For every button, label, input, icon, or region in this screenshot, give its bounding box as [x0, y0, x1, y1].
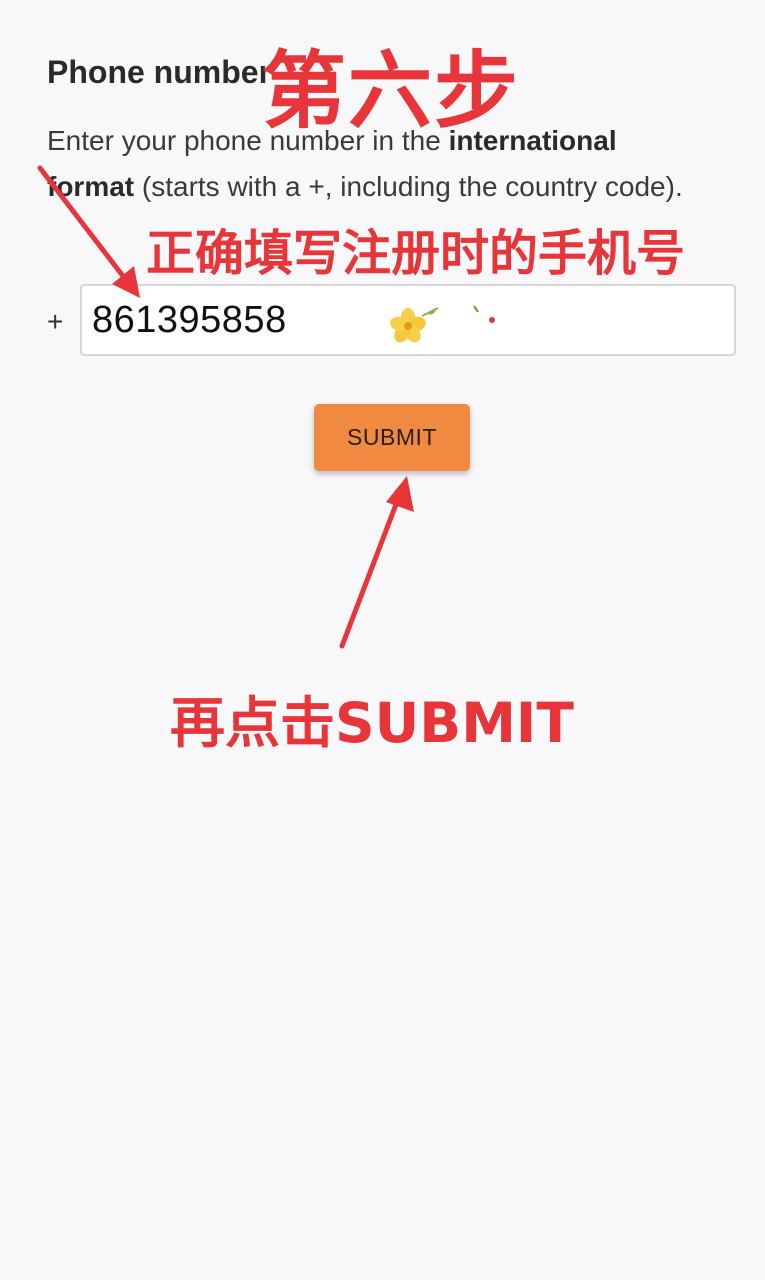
phone-number-value: 861395858: [92, 298, 287, 341]
page-title: Phone number: [47, 54, 272, 90]
flower-sticker-icon: [390, 305, 495, 343]
submit-button[interactable]: SUBMIT: [314, 404, 470, 471]
instructions-part2: (starts with a +, including the country …: [134, 171, 683, 202]
click-submit-annotation: 再点击SUBMIT: [170, 691, 574, 755]
step-annotation: 第六步: [262, 42, 521, 140]
phone-verification-page: Phone number Enter your phone number in …: [0, 0, 765, 1280]
arrow-to-submit-icon: [339, 476, 414, 649]
phone-number-input[interactable]: 861395858: [80, 284, 736, 356]
country-code-prefix: +: [47, 306, 64, 337]
fill-phone-annotation: 正确填写注册时的手机号: [146, 225, 686, 282]
